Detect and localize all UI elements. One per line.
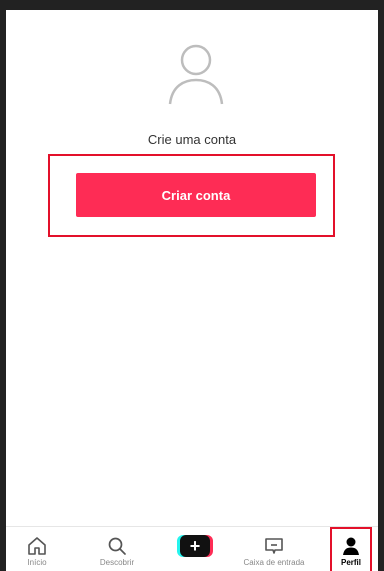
tab-inbox[interactable]: Caixa de entrada: [234, 527, 314, 571]
search-icon: [108, 537, 126, 555]
tab-discover[interactable]: Descobrir: [92, 527, 142, 571]
tab-home[interactable]: Início: [22, 527, 52, 571]
home-icon: [28, 537, 46, 555]
profile-screen: Crie uma conta Criar conta Início Descob…: [6, 10, 378, 571]
profile-highlight-frame: [330, 527, 372, 571]
create-button[interactable]: +: [177, 535, 213, 557]
create-account-button[interactable]: Criar conta: [76, 173, 316, 217]
tab-discover-label: Descobrir: [99, 558, 135, 567]
plus-icon: +: [180, 535, 210, 557]
tab-home-label: Início: [27, 558, 47, 567]
message-icon: [265, 538, 283, 554]
avatar-placeholder-icon: [168, 44, 224, 105]
create-account-prompt: Crie uma conta: [147, 132, 237, 147]
tab-inbox-label: Caixa de entrada: [243, 558, 305, 567]
tab-create[interactable]: +: [174, 527, 216, 571]
bottom-tab-bar: Início Descobrir + Caixa de entrada Perf…: [6, 526, 378, 571]
